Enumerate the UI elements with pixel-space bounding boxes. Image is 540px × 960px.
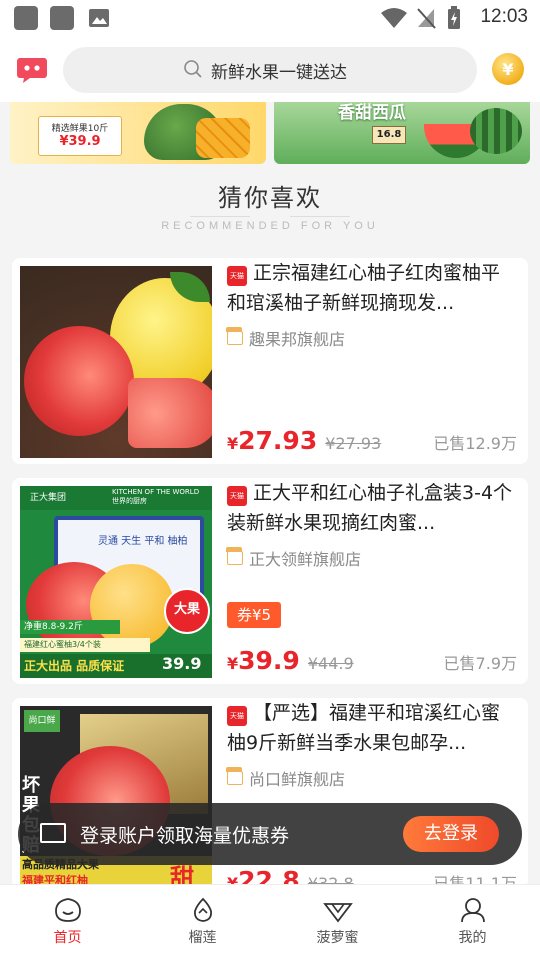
shop-name: 趣果邦旗舰店 [249, 330, 346, 349]
product-card[interactable]: 正大集团 KITCHEN OF THE WORLD 世界的厨房 灵通 天生 平和… [12, 478, 528, 684]
jackfruit-icon [322, 903, 353, 923]
section-title: 猜你喜欢 [218, 184, 322, 212]
shop-name: 尚口鲜旗舰店 [249, 770, 346, 789]
wifi-icon [381, 8, 407, 28]
promo-banner-right[interactable]: 香甜西瓜 16.8 [274, 102, 530, 164]
price: 27.93 [238, 426, 318, 455]
pomelo-half [24, 326, 134, 436]
coin-icon[interactable]: ¥ [492, 53, 524, 85]
profile-icon [460, 898, 485, 923]
divider [190, 216, 250, 217]
coupon-icon [40, 823, 66, 843]
durian-icon [193, 897, 212, 922]
product-image: 正大集团 KITCHEN OF THE WORLD 世界的厨房 灵通 天生 平和… [20, 486, 212, 678]
search-icon [184, 60, 202, 78]
section-subtitle: RECOMMENDED FOR YOU [161, 220, 379, 232]
coin-symbol: ¥ [502, 59, 514, 79]
home-icon [54, 898, 81, 922]
image-text: 灵通 天生 平和 柚柏 [98, 536, 188, 547]
nav-label: 我的 [458, 930, 487, 946]
banner-title: 香甜西瓜 [338, 103, 406, 123]
login-prompt: 登录账户领取海量优惠券 去登录 [18, 803, 522, 865]
shop-name: 正大领鲜旗舰店 [249, 550, 362, 569]
image-badge: 大果 [164, 588, 210, 634]
image-text: 净重8.8-9.2斤 [20, 620, 120, 634]
watermelon-image [470, 108, 522, 154]
nav-mine[interactable]: 我的 [405, 885, 540, 960]
login-button[interactable]: 去登录 [403, 816, 499, 852]
product-title: 正大平和红心柚子礼盒装3-4个装新鲜水果现摘红肉蜜... [227, 482, 513, 534]
no-signal-icon [417, 8, 436, 29]
pomelo-whole [90, 564, 174, 648]
pomelo-slice [128, 378, 212, 448]
original-price: ¥44.9 [307, 654, 354, 673]
notification-icon [50, 6, 74, 30]
message-icon[interactable] [16, 56, 48, 84]
price-row: ¥39.9 ¥44.9 已售7.9万 [227, 646, 517, 676]
search-bar[interactable]: 新鲜水果一键送达 [63, 47, 477, 93]
currency-symbol: ¥ [227, 654, 239, 673]
nav-label: 菠萝蜜 [316, 930, 359, 946]
shop-icon [226, 327, 243, 345]
nav-label: 榴莲 [188, 930, 217, 946]
shop-icon [226, 767, 243, 785]
product-title: 正宗福建红心柚子红肉蜜柚平和琯溪柚子新鲜现摘现发... [227, 262, 501, 314]
mango-image [196, 118, 250, 158]
top-header: 新鲜水果一键送达 ¥ [0, 36, 540, 102]
original-price: ¥27.93 [325, 434, 382, 453]
nav-label: 首页 [53, 930, 82, 946]
price: 39.9 [238, 646, 300, 675]
image-text: 39.9 [162, 654, 202, 673]
image-footer: 正大出品 品质保证 39.9 [20, 654, 212, 678]
shop-link[interactable]: 尚口鲜旗舰店 [226, 766, 346, 790]
image-text: KITCHEN OF THE WORLD 世界的厨房 [112, 488, 200, 505]
image-text: 福建红心蜜柚3/4个装 [20, 638, 150, 652]
status-bar: 12:03 [0, 0, 540, 36]
currency-symbol: ¥ [227, 434, 239, 453]
image-icon [89, 9, 109, 27]
shop-link[interactable]: 正大领鲜旗舰店 [226, 546, 362, 570]
banner-label: 精选鲜果10斤 [51, 124, 109, 134]
image-text: 正大集团 [30, 493, 67, 503]
shop-icon [226, 547, 243, 565]
nav-jackfruit[interactable]: 菠萝蜜 [270, 885, 405, 960]
notification-icon [14, 6, 38, 30]
sold-count: 已售7.9万 [443, 654, 517, 673]
product-image [20, 266, 212, 458]
shop-link[interactable]: 趣果邦旗舰店 [226, 326, 346, 350]
image-header: 正大集团 KITCHEN OF THE WORLD 世界的厨房 [20, 486, 212, 510]
price-row: ¥27.93 ¥27.93 已售12.9万 [227, 426, 517, 456]
banner-price: 16.8 [372, 126, 406, 144]
coupon-badge[interactable]: 券¥5 [227, 602, 282, 628]
battery-icon [448, 6, 460, 29]
sold-count: 已售12.9万 [433, 434, 517, 453]
promo-banner-left[interactable]: 精选鲜果10斤 ¥39.9 [10, 102, 266, 164]
banner-price: ¥39.9 [59, 134, 101, 149]
nav-home[interactable]: 首页 [0, 885, 135, 960]
image-text: 正大出品 品质保证 [24, 659, 125, 673]
product-title: 【严选】福建平和琯溪红心蜜柚9斤新鲜当季水果包邮孕... [227, 702, 501, 754]
search-placeholder: 新鲜水果一键送达 [211, 63, 347, 83]
bottom-nav: 首页 榴莲 菠萝蜜 我的 [0, 884, 540, 960]
clock: 12:03 [480, 6, 528, 27]
product-card[interactable]: 天猫 正宗福建红心柚子红肉蜜柚平和琯溪柚子新鲜现摘现发... 趣果邦旗舰店 ¥2… [12, 258, 528, 464]
divider [290, 216, 350, 217]
banner-price-box: 精选鲜果10斤 ¥39.9 [38, 116, 122, 156]
login-prompt-text: 登录账户领取海量优惠券 [80, 825, 290, 847]
image-logo: 尚口鲜 [24, 710, 60, 732]
nav-durian[interactable]: 榴莲 [135, 885, 270, 960]
